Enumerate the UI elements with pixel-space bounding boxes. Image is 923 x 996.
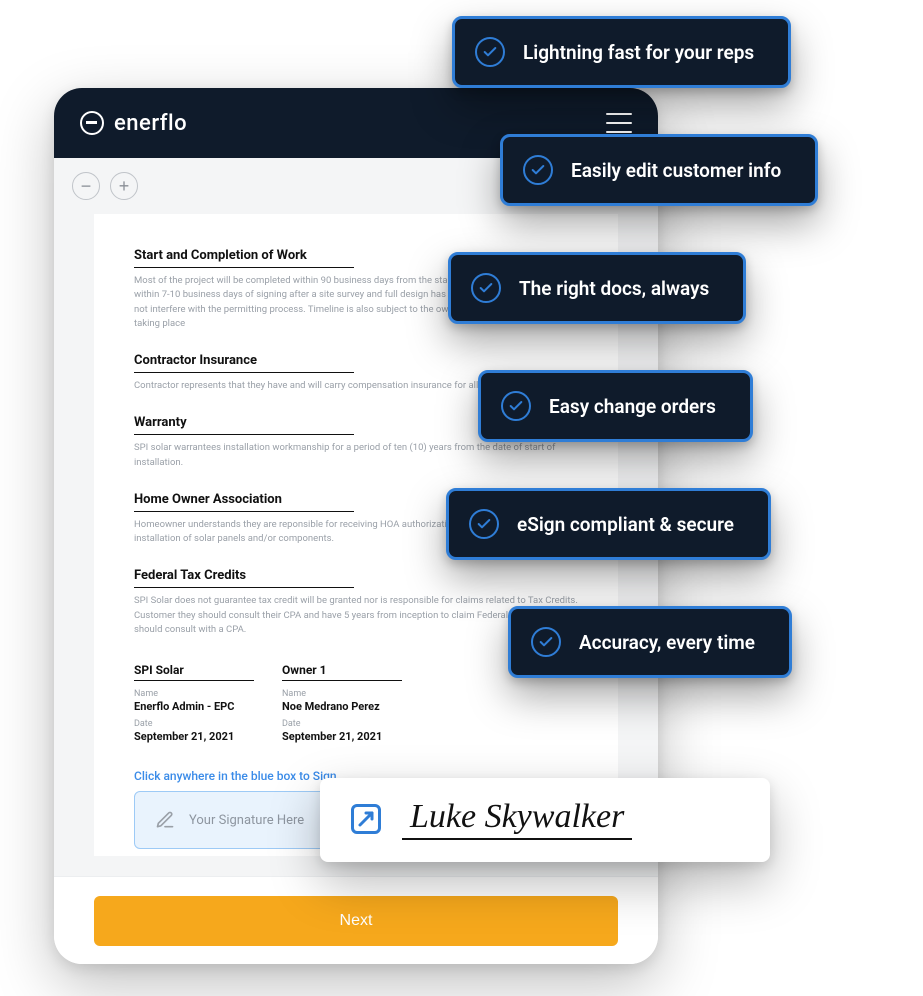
feature-badge: Accuracy, every time bbox=[508, 606, 792, 678]
feature-badge: The right docs, always bbox=[448, 252, 746, 324]
feature-label: Accuracy, every time bbox=[579, 631, 755, 654]
feature-label: The right docs, always bbox=[519, 277, 709, 300]
section-body: SPI solar warrantees installation workma… bbox=[134, 441, 578, 470]
check-icon bbox=[469, 509, 499, 539]
section-heading: Contractor Insurance bbox=[134, 353, 354, 373]
feature-label: eSign compliant & secure bbox=[517, 513, 734, 536]
feature-label: Lightning fast for your reps bbox=[523, 41, 754, 64]
field-label: Date bbox=[282, 719, 402, 729]
pen-icon bbox=[348, 801, 384, 837]
zoom-in-button[interactable]: + bbox=[110, 172, 138, 200]
pen-icon bbox=[155, 810, 175, 830]
footer-bar: Next bbox=[54, 876, 658, 964]
feature-badge: Easily edit customer info bbox=[500, 134, 818, 206]
brand: enerflo bbox=[80, 111, 187, 136]
section-heading: Home Owner Association bbox=[134, 492, 354, 512]
party-label: SPI Solar bbox=[134, 663, 254, 681]
zoom-out-button[interactable]: − bbox=[72, 172, 100, 200]
section-heading: Warranty bbox=[134, 415, 354, 435]
next-button[interactable]: Next bbox=[94, 896, 618, 946]
signature-column-owner: Owner 1 Name Noe Medrano Perez Date Sept… bbox=[282, 663, 402, 743]
signature-column-company: SPI Solar Name Enerflo Admin - EPC Date … bbox=[134, 663, 254, 743]
field-label: Name bbox=[134, 689, 254, 699]
feature-badge: Lightning fast for your reps bbox=[452, 16, 791, 88]
signature-placeholder: Your Signature Here bbox=[189, 813, 304, 828]
check-icon bbox=[523, 155, 553, 185]
brand-logo-icon bbox=[80, 111, 104, 135]
field-value: Noe Medrano Perez bbox=[282, 700, 402, 713]
party-label: Owner 1 bbox=[282, 663, 402, 681]
check-icon bbox=[531, 627, 561, 657]
signature-popover: Luke Skywalker bbox=[320, 778, 770, 862]
check-icon bbox=[501, 391, 531, 421]
section-heading: Federal Tax Credits bbox=[134, 568, 354, 588]
section-heading: Start and Completion of Work bbox=[134, 248, 354, 268]
feature-badge: Easy change orders bbox=[478, 370, 753, 442]
menu-icon[interactable] bbox=[606, 113, 632, 133]
field-value: Enerflo Admin - EPC bbox=[134, 700, 254, 713]
check-icon bbox=[471, 273, 501, 303]
field-label: Date bbox=[134, 719, 254, 729]
check-icon bbox=[475, 37, 505, 67]
field-value: September 21, 2021 bbox=[134, 730, 254, 743]
field-value: September 21, 2021 bbox=[282, 730, 402, 743]
feature-label: Easily edit customer info bbox=[571, 159, 781, 182]
feature-badge: eSign compliant & secure bbox=[446, 488, 771, 560]
feature-label: Easy change orders bbox=[549, 395, 716, 418]
brand-name: enerflo bbox=[114, 111, 187, 136]
field-label: Name bbox=[282, 689, 402, 699]
signature-name: Luke Skywalker bbox=[402, 798, 632, 840]
